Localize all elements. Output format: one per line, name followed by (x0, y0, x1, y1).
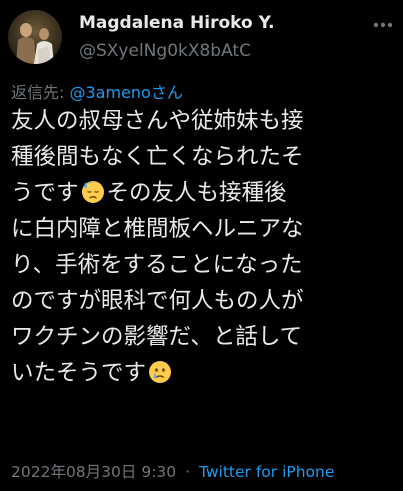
tweet-line: のですが眼科で何人もの人が (11, 288, 304, 314)
tweet-line-segment: いたそうです (11, 360, 147, 386)
reply-prefix: 返信先: (11, 83, 65, 102)
author-handle[interactable]: @SXyelNg0kX8bAtC (79, 41, 251, 61)
tweet-line: いたそうです (11, 355, 397, 391)
tweet-date[interactable]: 2022年08月30日 (11, 463, 136, 481)
reply-context: 返信先: @3amenoさん (11, 79, 183, 103)
meta-separator: · (185, 463, 191, 481)
tweet-line-segment: うです (11, 180, 79, 206)
tweet-line: 種後間もなく亡くなられたそ (11, 144, 304, 170)
reply-mention-link[interactable]: @3amenoさん (70, 83, 183, 102)
author-name[interactable]: Magdalena Hiroko Y. (79, 13, 275, 33)
tweet-text: 友人の叔母さんや従姉妹も接 種後間もなく亡くなられたそ うです その友人も接種後… (11, 103, 397, 391)
tweet-line: ワクチンの影響だ、と話して (11, 324, 303, 350)
tweet-line: うです その友人も接種後 (11, 175, 397, 211)
tweet-source-link[interactable]: Twitter for iPhone (199, 463, 334, 481)
tweet-meta: 2022年08月30日 9:30 · Twitter for iPhone (11, 460, 334, 482)
tweet-line: 友人の叔母さんや従姉妹も接 (11, 108, 304, 134)
tweet-line: り、手術をすることになった (11, 252, 303, 278)
tweet-line-segment: その友人も接種後 (106, 180, 287, 206)
avatar[interactable] (8, 10, 62, 64)
more-options-icon[interactable] (370, 12, 396, 38)
tweet-time[interactable]: 9:30 (141, 463, 176, 481)
downcast-face-with-sweat-icon (81, 179, 105, 203)
crying-face-icon (148, 359, 172, 383)
tweet-line: に白内障と椎間板ヘルニアな (11, 216, 304, 242)
tweet: Magdalena Hiroko Y. @SXyelNg0kX8bAtC 返信先… (0, 0, 403, 491)
